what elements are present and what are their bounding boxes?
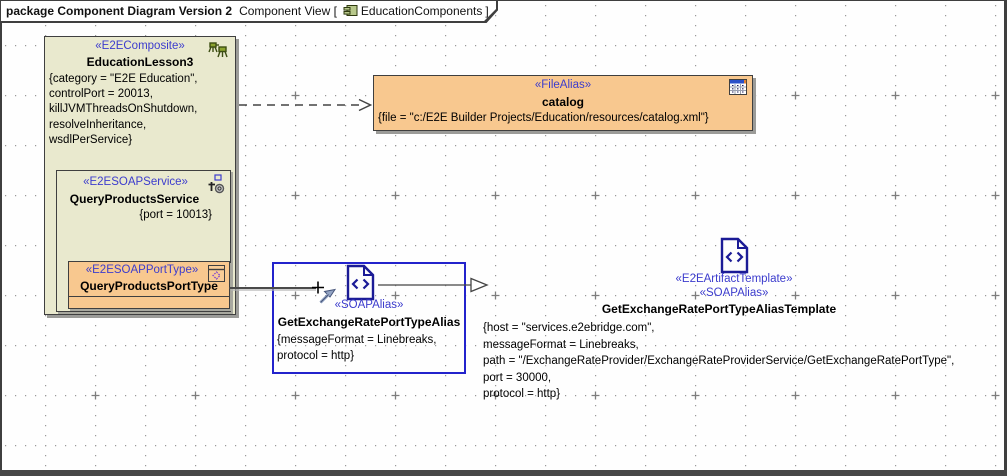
property-line: wsdlPerService}: [49, 133, 198, 148]
component-educationlesson3[interactable]: «E2EComposite» EducationLesson3 {categor…: [44, 36, 236, 315]
component-icon: [343, 4, 358, 17]
alias-stereotype: «SOAPAlias»: [272, 299, 466, 311]
diagram-context: Component View [: [239, 4, 337, 18]
diagram-canvas[interactable]: package Component Diagram Version 2 Compo…: [0, 0, 1007, 476]
frame-name: EducationComponents: [361, 4, 482, 18]
frame-left-edge: [0, 0, 2, 476]
table-window-icon: [729, 79, 747, 95]
lesson-name: EducationLesson3: [45, 55, 235, 69]
porttype-name: QueryProductsPortType: [69, 279, 229, 293]
component-queryproductsservice[interactable]: «E2ESOAPService» QueryProductsService {p…: [56, 170, 231, 312]
diagram-frame-header: package Component Diagram Version 2 Compo…: [1, 1, 498, 23]
catalog-name: catalog: [374, 95, 752, 109]
service-port-property: {port = 10013}: [57, 209, 230, 221]
lesson-properties: {category = "E2E Education", controlPort…: [49, 72, 198, 148]
service-name: QueryProductsService: [57, 192, 230, 206]
property-line: {host = "services.e2ebridge.com",: [483, 320, 954, 337]
property-line: messageFormat = Linebreaks,: [483, 337, 954, 354]
template-stereotype-1: «E2EArtifactTemplate»: [634, 273, 834, 285]
property-line: protocol = http}: [277, 348, 436, 364]
catalog-stereotype: «FileAlias»: [374, 79, 752, 91]
property-line: port = 30000,: [483, 370, 954, 387]
porttype-stereotype: «E2ESOAPPortType»: [69, 264, 229, 276]
code-file-icon[interactable]: [718, 237, 751, 274]
property-line: killJVMThreadsOnShutdown,: [49, 102, 198, 117]
property-line: {messageFormat = Linebreaks,: [277, 332, 436, 348]
template-stereotype-2: «SOAPAlias»: [634, 287, 834, 299]
porttype-name-compartment: «E2ESOAPPortType» QueryProductsPortType: [69, 262, 229, 297]
property-line: {category = "E2E Education",: [49, 72, 198, 87]
alias-name: GetExchangeRatePortTypeAlias: [262, 315, 476, 329]
code-file-icon[interactable]: [344, 264, 377, 301]
component-catalog[interactable]: «FileAlias» catalog {file = "c:/E2E Buil…: [373, 75, 753, 131]
property-line: resolveInheritance,: [49, 118, 198, 133]
frame-close-bracket: ]: [485, 4, 488, 18]
property-line: controlPort = 20013,: [49, 87, 198, 102]
component-queryproductsporttype[interactable]: «E2ESOAPPortType» QueryProductsPortType: [68, 261, 230, 309]
property-line: protocol = http}: [483, 386, 954, 403]
property-line: path = "/ExchangeRateProvider/ExchangeRa…: [483, 353, 954, 370]
template-properties: {host = "services.e2ebridge.com", messag…: [483, 320, 954, 403]
template-name: GetExchangeRatePortTypeAliasTemplate: [569, 302, 869, 316]
frame-bottom-edge: [0, 470, 1007, 476]
diagram-title: package Component Diagram Version 2: [6, 4, 232, 18]
catalog-properties: {file = "c:/E2E Builder Projects/Educati…: [378, 111, 709, 126]
alias-properties: {messageFormat = Linebreaks, protocol = …: [277, 332, 436, 364]
property-line: {file = "c:/E2E Builder Projects/Educati…: [378, 111, 709, 126]
service-stereotype: «E2ESOAPService»: [57, 176, 230, 188]
frame-header-text: package Component Diagram Version 2 Compo…: [6, 1, 492, 22]
